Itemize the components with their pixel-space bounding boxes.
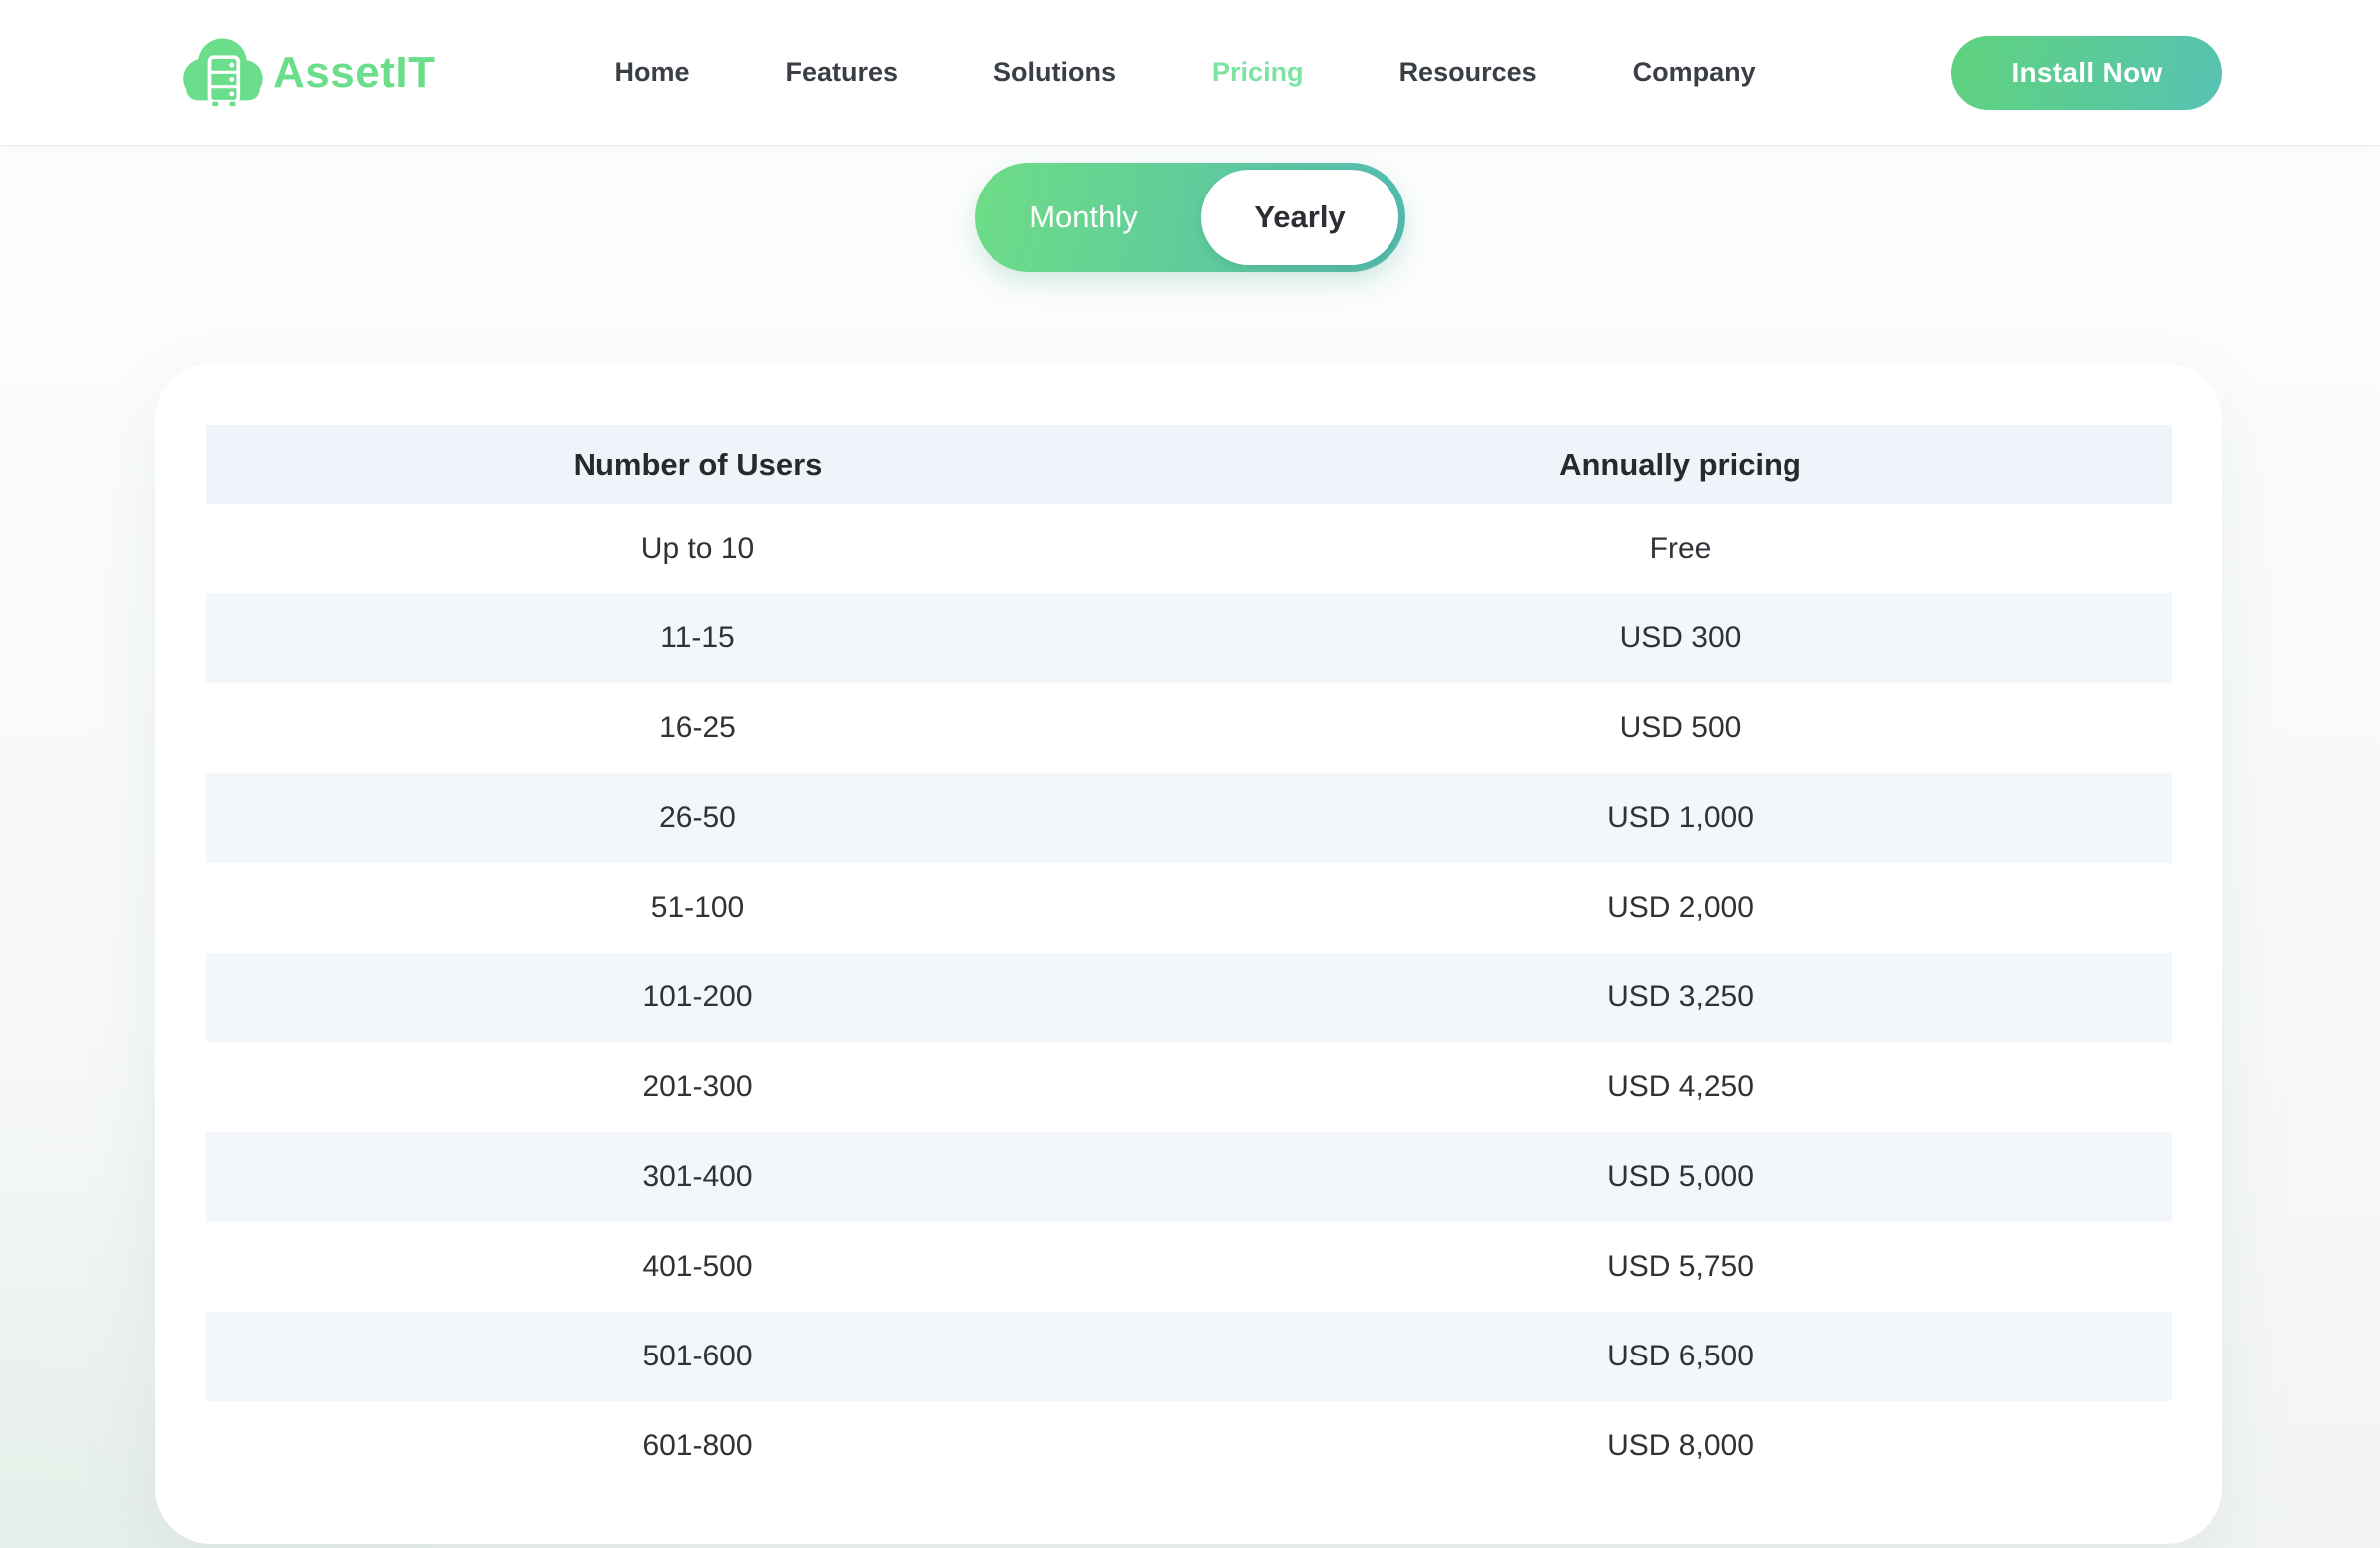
column-header-users: Number of Users: [206, 425, 1189, 504]
cloud-server-icon: [176, 35, 267, 111]
table-row: 401-500 USD 5,750: [206, 1222, 2172, 1312]
table-row: 301-400 USD 5,000: [206, 1132, 2172, 1222]
table-row: 11-15 USD 300: [206, 593, 2172, 683]
billing-period-toggle[interactable]: Monthly Yearly: [975, 163, 1405, 272]
price-cell: USD 8,000: [1189, 1401, 2172, 1491]
table-row: 26-50 USD 1,000: [206, 773, 2172, 863]
users-range-cell: 11-15: [206, 593, 1189, 683]
nav-item-company[interactable]: Company: [1633, 57, 1756, 88]
users-range-cell: 51-100: [206, 863, 1189, 953]
column-header-pricing: Annually pricing: [1189, 425, 2172, 504]
table-row: 201-300 USD 4,250: [206, 1042, 2172, 1132]
toggle-option-yearly[interactable]: Yearly: [1201, 170, 1398, 265]
top-navbar: AssetIT Home Features Solutions Pricing …: [0, 0, 2380, 146]
price-cell: USD 6,500: [1189, 1312, 2172, 1401]
users-range-cell: 301-400: [206, 1132, 1189, 1222]
table-row: 16-25 USD 500: [206, 683, 2172, 773]
price-cell: USD 3,250: [1189, 953, 2172, 1042]
users-range-cell: 501-600: [206, 1312, 1189, 1401]
users-range-cell: 201-300: [206, 1042, 1189, 1132]
nav-item-features[interactable]: Features: [785, 57, 898, 88]
users-range-cell: 101-200: [206, 953, 1189, 1042]
price-cell: USD 1,000: [1189, 773, 2172, 863]
price-cell: USD 500: [1189, 683, 2172, 773]
users-range-cell: 16-25: [206, 683, 1189, 773]
price-cell: USD 5,000: [1189, 1132, 2172, 1222]
toggle-option-monthly[interactable]: Monthly: [975, 199, 1201, 235]
pricing-table: Number of Users Annually pricing Up to 1…: [206, 425, 2172, 1491]
price-cell: USD 4,250: [1189, 1042, 2172, 1132]
users-range-cell: Up to 10: [206, 504, 1189, 593]
table-row: 51-100 USD 2,000: [206, 863, 2172, 953]
users-range-cell: 401-500: [206, 1222, 1189, 1312]
table-row: 101-200 USD 3,250: [206, 953, 2172, 1042]
nav-item-pricing[interactable]: Pricing: [1212, 57, 1304, 88]
nav-item-solutions[interactable]: Solutions: [993, 57, 1116, 88]
users-range-cell: 601-800: [206, 1401, 1189, 1491]
price-cell: Free: [1189, 504, 2172, 593]
nav-item-home[interactable]: Home: [614, 57, 689, 88]
table-row: 601-800 USD 8,000: [206, 1401, 2172, 1491]
table-row: Up to 10 Free: [206, 504, 2172, 593]
table-header-row: Number of Users Annually pricing: [206, 425, 2172, 504]
table-row: 501-600 USD 6,500: [206, 1312, 2172, 1401]
pricing-card: Number of Users Annually pricing Up to 1…: [155, 364, 2222, 1544]
price-cell: USD 2,000: [1189, 863, 2172, 953]
price-cell: USD 5,750: [1189, 1222, 2172, 1312]
brand-logo[interactable]: AssetIT: [176, 35, 435, 111]
users-range-cell: 26-50: [206, 773, 1189, 863]
install-now-button[interactable]: Install Now: [1951, 36, 2222, 110]
table-body: Up to 10 Free 11-15 USD 300 16-25 USD 50…: [206, 504, 2172, 1491]
price-cell: USD 300: [1189, 593, 2172, 683]
main-nav: Home Features Solutions Pricing Resource…: [614, 57, 1755, 88]
brand-name: AssetIT: [273, 48, 435, 98]
nav-item-resources[interactable]: Resources: [1399, 57, 1537, 88]
